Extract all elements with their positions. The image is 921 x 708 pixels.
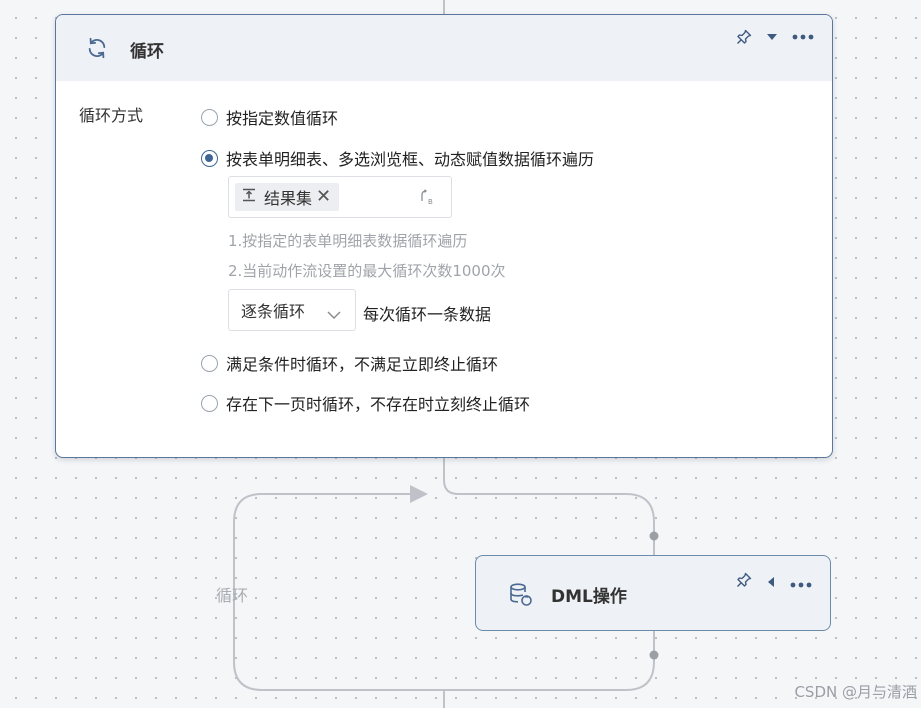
database-sync-icon — [508, 582, 534, 612]
dataset-tag-label: 结果集 — [264, 189, 313, 208]
chevron-down-icon — [327, 305, 341, 324]
loop-node-header: 循环 — [56, 15, 832, 81]
more-icon[interactable] — [790, 573, 812, 592]
more-icon[interactable] — [792, 34, 814, 40]
radio-button[interactable] — [201, 394, 218, 412]
hint-line-1: 1.按指定的表单明细表数据循环遍历 — [228, 232, 468, 250]
loop-mode-select-value: 逐条循环 — [241, 302, 306, 321]
radio-label: 满足条件时循环，不满足立即终止循环 — [226, 355, 499, 374]
close-icon[interactable]: ✕ — [316, 188, 331, 206]
radio-option-condition[interactable]: 满足条件时循环，不满足立即终止循环 — [201, 351, 498, 375]
radio-label: 存在下一页时循环，不存在时立刻终止循环 — [226, 395, 531, 414]
loop-refresh-icon — [86, 37, 108, 59]
hint-line-2: 2.当前动作流设置的最大循环次数1000次 — [228, 262, 506, 280]
loop-node-title: 循环 — [130, 42, 164, 62]
dataset-tag: 结果集 ✕ — [235, 183, 340, 211]
watermark: CSDN @月与清酒 — [794, 683, 917, 701]
loop-node-toolbar — [736, 29, 814, 45]
radio-option-fixed-count[interactable]: 按指定数值循环 — [201, 105, 338, 129]
expand-triangle-icon[interactable] — [766, 573, 776, 592]
radio-option-table-traverse[interactable]: 按表单明细表、多选浏览框、动态赋值数据循环遍历 — [201, 146, 594, 170]
radio-label: 按表单明细表、多选浏览框、动态赋值数据循环遍历 — [226, 150, 595, 169]
radio-option-next-page[interactable]: 存在下一页时循环，不存在时立刻终止循环 — [201, 391, 530, 415]
pin-icon[interactable] — [736, 29, 752, 45]
radio-button[interactable] — [201, 354, 218, 372]
radio-button-checked[interactable] — [201, 149, 218, 167]
dml-node-title: DML操作 — [551, 587, 627, 607]
dml-node-toolbar — [736, 572, 812, 592]
variable-selector-icon[interactable]: B — [419, 189, 437, 211]
dataset-input[interactable]: 结果集 ✕ B — [228, 176, 452, 218]
loop-edge-label: 循环 — [216, 586, 249, 605]
collapse-triangle-icon[interactable] — [766, 32, 778, 42]
pin-icon[interactable] — [736, 572, 752, 592]
svg-text:B: B — [428, 198, 433, 206]
radio-label: 按指定数值循环 — [226, 109, 339, 128]
loop-mode-note: 每次循环一条数据 — [363, 305, 492, 324]
dml-node-card[interactable]: DML操作 — [475, 555, 831, 631]
radio-button[interactable] — [201, 108, 218, 126]
loop-mode-label: 循环方式 — [79, 106, 144, 125]
loop-mode-select[interactable]: 逐条循环 — [228, 289, 356, 331]
loop-node-card[interactable]: 循环 循环方式 按指定数值循环 按表单明细表、多选浏览框、动态赋值数据循环遍历 — [55, 14, 833, 458]
dataset-tag-icon — [241, 187, 257, 207]
